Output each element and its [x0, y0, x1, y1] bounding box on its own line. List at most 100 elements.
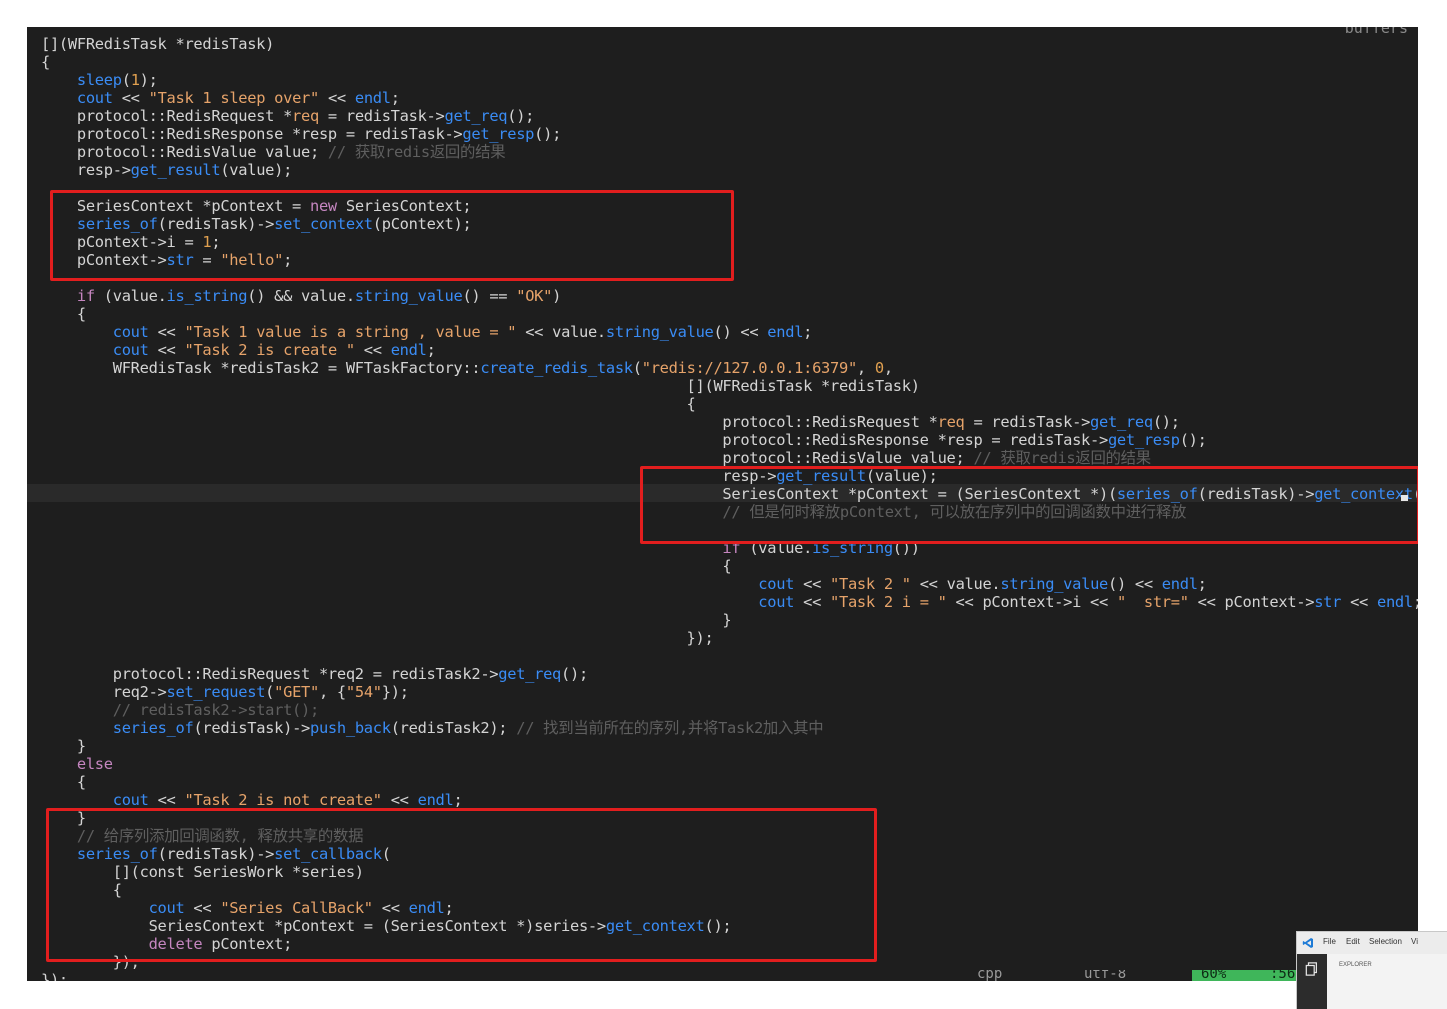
- code-line[interactable]: {: [41, 557, 731, 575]
- code-token: create_redis_task: [480, 359, 633, 377]
- vscode-logo-icon: [1302, 938, 1313, 948]
- code-token: ;: [390, 89, 400, 107]
- code-token: is_string: [166, 287, 248, 305]
- code-token: "Task 2 ": [830, 575, 911, 593]
- code-line[interactable]: protocol::RedisRequest *req = redisTask-…: [41, 107, 535, 125]
- code-token: cout: [758, 593, 795, 611]
- code-line[interactable]: protocol::RedisRequest *req = redisTask-…: [41, 413, 1180, 431]
- code-token: ): [552, 287, 562, 305]
- code-token: get_req: [1090, 413, 1153, 431]
- code-token: << value.: [910, 575, 1001, 593]
- code-line[interactable]: cout << "Task 2 is create " << endl;: [41, 341, 436, 359]
- vscode-menu-edit[interactable]: Edit: [1346, 937, 1360, 946]
- buffers-label: buffers: [1344, 27, 1408, 37]
- code-token: get_resp: [462, 125, 535, 143]
- code-line[interactable]: cout << "Task 2 is not create" << endl;: [41, 791, 463, 809]
- highlight-box-get-context: [640, 466, 1418, 544]
- code-token: ();: [561, 665, 588, 683]
- code-token: (redisTask2);: [390, 719, 517, 737]
- code-line[interactable]: series_of(redisTask)->push_back(redisTas…: [41, 719, 824, 737]
- code-token: (: [121, 71, 131, 89]
- vscode-menu-view[interactable]: Vi: [1411, 937, 1418, 946]
- vscode-activity-bar: [1297, 954, 1327, 1009]
- code-line[interactable]: }: [41, 737, 86, 755]
- code-line[interactable]: sleep(1);: [41, 71, 158, 89]
- code-token: = redisTask->: [964, 413, 1091, 431]
- code-line[interactable]: // redisTask2->start();: [41, 701, 320, 719]
- code-line[interactable]: protocol::RedisResponse *resp = redisTas…: [41, 431, 1207, 449]
- code-token: endl: [1377, 593, 1413, 611]
- code-line[interactable]: protocol::RedisValue value; // 获取redis返回…: [41, 143, 506, 161]
- code-token: if: [76, 287, 95, 305]
- code-token: (value);: [220, 161, 293, 179]
- code-token: "Task 2 i = ": [830, 593, 947, 611]
- code-line[interactable]: {: [41, 773, 86, 791]
- code-line[interactable]: });: [41, 629, 714, 647]
- code-token: // 获取redis返回的结果: [327, 143, 506, 161]
- code-token: protocol::RedisRequest *: [41, 107, 293, 125]
- code-token: () && value.: [247, 287, 355, 305]
- code-token: () <<: [1108, 575, 1162, 593]
- code-line[interactable]: cout << "Task 1 sleep over" << endl;: [41, 89, 400, 107]
- vscode-menu-file[interactable]: File: [1323, 937, 1336, 946]
- vscode-menu-selection[interactable]: Selection: [1369, 937, 1402, 946]
- status-filetype: cpp: [977, 970, 1003, 981]
- code-token: str: [1314, 593, 1342, 611]
- code-line[interactable]: req2->set_request("GET", {"54"});: [41, 683, 409, 701]
- code-editor[interactable]: buffers [](WFRedisTask *redisTask){ slee…: [27, 27, 1418, 981]
- code-token: {: [41, 305, 86, 323]
- code-line[interactable]: WFRedisTask *redisTask2 = WFTaskFactory:…: [41, 359, 893, 377]
- code-token: cout: [112, 341, 149, 359]
- code-token: ;: [453, 791, 463, 809]
- code-token: <<: [148, 791, 185, 809]
- code-token: else: [76, 755, 113, 773]
- code-token: "Task 2 is not create": [184, 791, 382, 809]
- code-token: << pContext->i <<: [946, 593, 1117, 611]
- code-line[interactable]: cout << "Task 2 i = " << pContext->i << …: [41, 593, 1418, 611]
- code-line[interactable]: protocol::RedisResponse *resp = redisTas…: [41, 125, 561, 143]
- code-token: 0: [874, 359, 884, 377]
- code-token: get_req: [498, 665, 562, 683]
- code-token: protocol::RedisResponse *resp = redisTas…: [41, 125, 463, 143]
- code-token: ;: [1413, 593, 1418, 611]
- code-token: req: [292, 107, 319, 125]
- code-token: 1: [130, 71, 140, 89]
- code-token: // redisTask2->start();: [112, 701, 320, 719]
- code-line[interactable]: {: [41, 53, 50, 71]
- files-icon[interactable]: [1305, 962, 1319, 976]
- code-token: });: [381, 683, 409, 701]
- code-line[interactable]: cout << "Task 1 value is a string , valu…: [41, 323, 813, 341]
- vscode-window-thumbnail[interactable]: File Edit Selection Vi EXPLORER: [1296, 931, 1447, 1009]
- code-line[interactable]: else: [41, 755, 113, 773]
- code-token: " str=": [1116, 593, 1189, 611]
- code-token: cout: [112, 791, 149, 809]
- code-token: );: [139, 71, 158, 89]
- code-token: "GET": [274, 683, 319, 701]
- code-token: <<: [1341, 593, 1377, 611]
- code-token: (: [632, 359, 642, 377]
- code-token: cout: [112, 323, 149, 341]
- code-token: ();: [1179, 431, 1207, 449]
- code-token: <<: [148, 323, 185, 341]
- code-line[interactable]: [](WFRedisTask *redisTask): [41, 35, 274, 53]
- code-token: series_of: [112, 719, 194, 737]
- code-line[interactable]: [](WFRedisTask *redisTask): [41, 377, 920, 395]
- code-line[interactable]: }: [41, 611, 731, 629]
- code-token: <<: [318, 89, 355, 107]
- code-line[interactable]: protocol::RedisRequest *req2 = redisTask…: [41, 665, 589, 683]
- code-line[interactable]: {: [41, 305, 86, 323]
- code-line[interactable]: resp->get_result(value);: [41, 161, 293, 179]
- code-token: ,: [856, 359, 875, 377]
- code-line[interactable]: cout << "Task 2 " << value.string_value(…: [41, 575, 1207, 593]
- code-token: protocol::RedisRequest *req2 = redisTask…: [41, 665, 499, 683]
- code-line[interactable]: protocol::RedisValue value; // 获取redis返回…: [41, 449, 1151, 467]
- code-line[interactable]: {: [41, 395, 696, 413]
- code-token: get_result: [130, 161, 221, 179]
- code-token: "Task 1 sleep over": [148, 89, 320, 107]
- code-token: {: [41, 53, 50, 71]
- code-token: <<: [354, 341, 391, 359]
- code-line[interactable]: if (value.is_string() && value.string_va…: [41, 287, 562, 305]
